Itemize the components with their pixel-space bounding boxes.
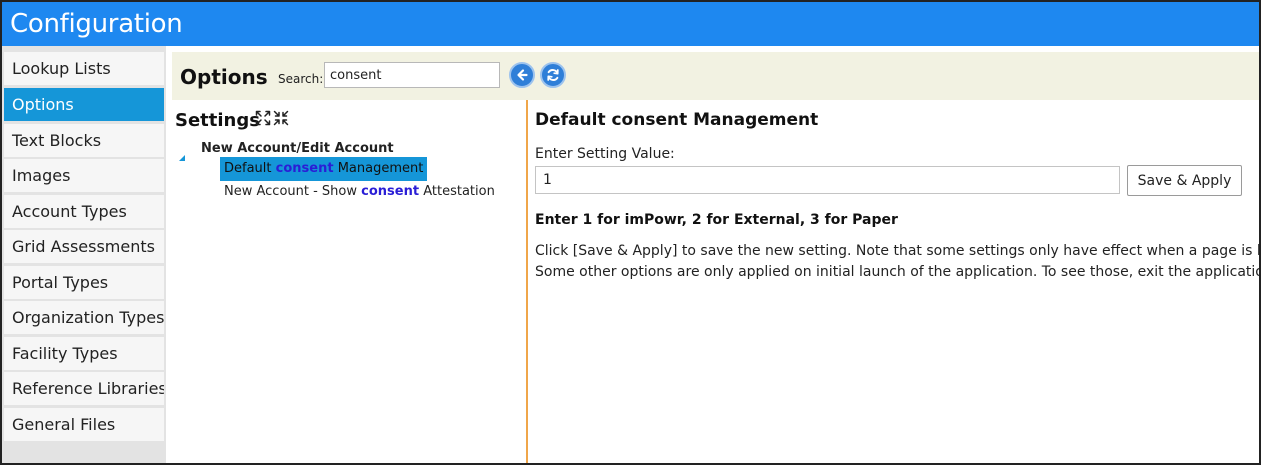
search-match-highlight: consent bbox=[361, 184, 420, 199]
back-button[interactable] bbox=[509, 62, 535, 88]
triangle-down-icon bbox=[179, 155, 185, 161]
options-toolbar: Options Search: bbox=[172, 52, 1259, 100]
search-match-highlight: consent bbox=[275, 161, 334, 176]
sidebar-item-lookup-lists[interactable]: Lookup Lists bbox=[4, 52, 164, 85]
search-label: Search: bbox=[278, 72, 324, 86]
sidebar-item-grid-assessments[interactable]: Grid Assessments bbox=[4, 230, 164, 263]
sidebar-item-text-blocks[interactable]: Text Blocks bbox=[4, 124, 164, 157]
sidebar-item-reference-libraries[interactable]: Reference Libraries bbox=[4, 372, 164, 405]
collapse-all-icon[interactable] bbox=[273, 110, 289, 126]
settings-title: Settings bbox=[175, 110, 260, 131]
refresh-button[interactable] bbox=[540, 62, 566, 88]
save-apply-button[interactable]: Save & Apply bbox=[1127, 165, 1242, 196]
setting-value-input[interactable] bbox=[535, 166, 1120, 194]
app-window: Configuration Lookup Lists Options Text … bbox=[0, 0, 1261, 465]
title-bar: Configuration bbox=[2, 2, 1259, 46]
tree-item-text: New Account - Show bbox=[224, 184, 362, 199]
setting-detail-panel: Default consent Management Enter Setting… bbox=[528, 100, 1259, 463]
setting-instruction: Enter 1 for imPowr, 2 for External, 3 fo… bbox=[535, 212, 898, 228]
refresh-circle-icon bbox=[547, 69, 559, 81]
arrow-left-circle-icon bbox=[517, 69, 528, 81]
app-title: Configuration bbox=[10, 9, 183, 39]
tree-item-show-consent-attestation[interactable]: New Account - Show consent Attestation bbox=[220, 180, 499, 204]
setting-value-label: Enter Setting Value: bbox=[535, 146, 675, 162]
setting-title: Default consent Management bbox=[535, 110, 819, 130]
tree-expand-toggle[interactable] bbox=[178, 147, 186, 161]
tree-item-text: Attestation bbox=[419, 184, 495, 199]
sidebar-item-images[interactable]: Images bbox=[4, 159, 164, 192]
tree-group-label[interactable]: New Account/Edit Account bbox=[201, 141, 394, 157]
settings-panel: Settings New Account/Edit Account Defaul… bbox=[172, 100, 526, 463]
sidebar-item-general-files[interactable]: General Files bbox=[4, 408, 164, 441]
help-text-line-1: Click [Save & Apply] to save the new set… bbox=[535, 243, 1259, 259]
tree-item-default-consent-management[interactable]: Default consent Management bbox=[220, 157, 428, 181]
sidebar-item-portal-types[interactable]: Portal Types bbox=[4, 266, 164, 299]
search-input[interactable] bbox=[324, 62, 500, 88]
help-text-line-2: Some other options are only applied on i… bbox=[535, 264, 1259, 280]
sidebar-item-options[interactable]: Options bbox=[4, 88, 164, 121]
expand-all-icon[interactable] bbox=[255, 110, 271, 126]
tree-item-text: Management bbox=[333, 161, 424, 176]
page-title: Options bbox=[180, 65, 268, 89]
sidebar-item-organization-types[interactable]: Organization Types bbox=[4, 301, 164, 334]
main-content: Options Search: Settings bbox=[166, 46, 1259, 463]
sidebar-item-account-types[interactable]: Account Types bbox=[4, 195, 164, 228]
tree-item-text: Default bbox=[224, 161, 276, 176]
sidebar-nav: Lookup Lists Options Text Blocks Images … bbox=[2, 46, 166, 463]
sidebar-item-facility-types[interactable]: Facility Types bbox=[4, 337, 164, 370]
